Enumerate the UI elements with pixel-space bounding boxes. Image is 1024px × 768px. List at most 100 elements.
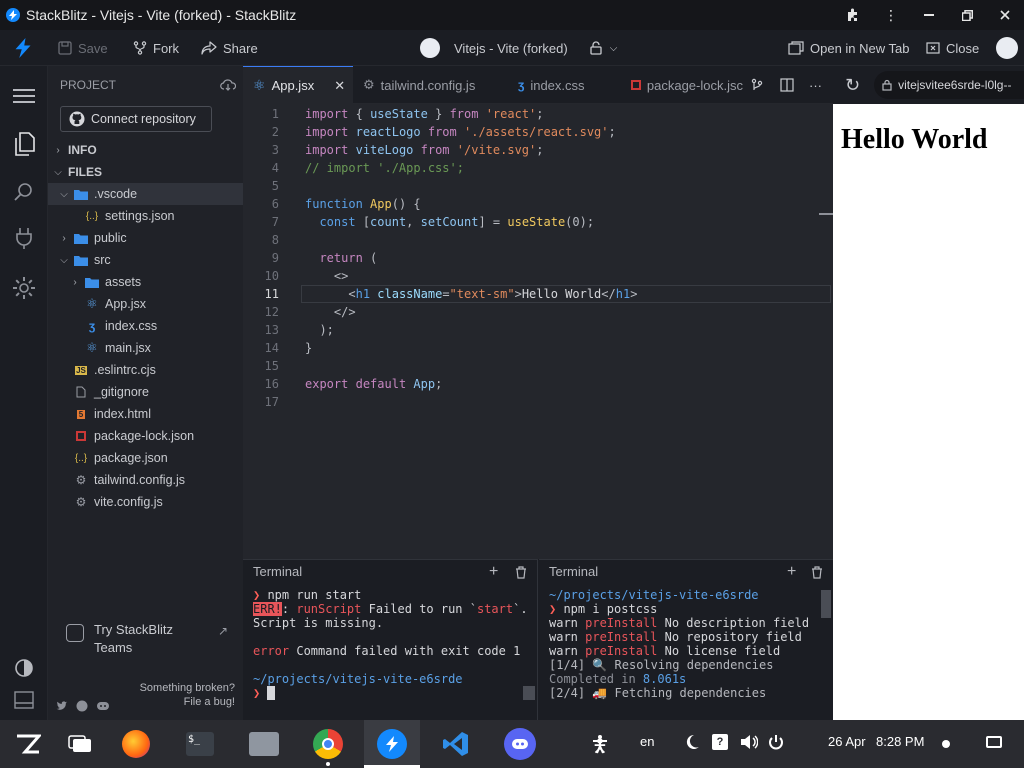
add-terminal-icon[interactable]: + (489, 563, 498, 581)
keyboard-language[interactable]: en (640, 734, 654, 749)
code-line[interactable]: 16 export default App; (243, 375, 833, 393)
code-line[interactable]: 12 </> (243, 303, 833, 321)
preview-url-field[interactable]: vitejsvitee6srde-l0lg-- (874, 71, 1024, 99)
user-avatar[interactable] (996, 30, 1018, 66)
code-line[interactable]: 4 // import './App.css'; (243, 159, 833, 177)
volume-icon[interactable] (740, 734, 758, 750)
info-section-toggle[interactable]: › INFO (48, 139, 243, 161)
code-line[interactable]: 7 const [count, setCount] = useState(0); (243, 213, 833, 231)
close-window-button[interactable] (986, 10, 1024, 20)
tree-file-main-jsx[interactable]: ⚛ main.jsx (48, 337, 243, 359)
tree-file-index-css[interactable]: ʒ index.css (48, 315, 243, 337)
code-line[interactable]: 2 import reactLogo from './assets/react.s… (243, 123, 833, 141)
overview-icon[interactable] (64, 728, 96, 760)
tab-package-lock[interactable]: package-lock.jsc (631, 66, 743, 104)
tree-file-app-jsx[interactable]: ⚛ App.jsx (48, 293, 243, 315)
share-button[interactable]: Share (201, 30, 258, 66)
code-line[interactable]: 3 import viteLogo from '/vite.svg'; (243, 141, 833, 159)
restore-button[interactable] (948, 9, 986, 21)
minimize-button[interactable] (910, 14, 948, 16)
date-label[interactable]: 26 Apr (828, 734, 866, 749)
discord-small-icon[interactable] (96, 700, 110, 712)
cloud-download-icon[interactable] (220, 79, 236, 91)
theme-toggle-icon[interactable] (12, 656, 36, 680)
tree-file-index-html[interactable]: 5 index.html (48, 403, 243, 425)
tree-file-package-lock-json[interactable]: package-lock.json (48, 425, 243, 447)
code-line[interactable]: 11 <h1 className="text-sm">Hello World</… (243, 285, 833, 303)
split-editor-icon[interactable] (780, 66, 794, 104)
tree-folder-assets[interactable]: › assets (48, 271, 243, 293)
time-label[interactable]: 8:28 PM (876, 734, 924, 749)
tree-file-eslintrc-cjs[interactable]: JS .eslintrc.cjs (48, 359, 243, 381)
vscode-icon[interactable] (440, 728, 472, 760)
preview-pane[interactable]: Hello World (833, 104, 1024, 720)
close-tab-icon[interactable]: ✕ (334, 78, 345, 94)
reload-icon[interactable]: ↻ (845, 75, 860, 96)
try-teams-card[interactable]: Try StackBlitz Teams ↗ (58, 616, 234, 664)
search-icon[interactable] (12, 180, 36, 204)
tree-file-package-json[interactable]: {..} package.json (48, 447, 243, 469)
chevron-down-icon[interactable]: ⌵ (610, 43, 618, 54)
code-line[interactable]: 1 import { useState } from 'react'; (243, 105, 833, 123)
terminal-left[interactable]: Terminal + ❯ npm run start ERR!: runScri… (243, 559, 538, 720)
code-line[interactable]: 9 return ( (243, 249, 833, 267)
notification-dot[interactable] (942, 740, 950, 748)
connect-repository-button[interactable]: Connect repository (60, 106, 212, 132)
save-button[interactable]: Save (58, 30, 108, 66)
code-line[interactable]: 8 (243, 231, 833, 249)
code-line[interactable]: 13 ); (243, 321, 833, 339)
file-bug-link[interactable]: File a bug! (184, 696, 235, 708)
code-line[interactable]: 10 <> (243, 267, 833, 285)
help-icon[interactable]: ? (712, 734, 728, 750)
trash-icon[interactable] (811, 566, 823, 579)
tree-file-vite-config-js[interactable]: ⚙ vite.config.js (48, 491, 243, 513)
twitter-icon[interactable] (56, 700, 68, 712)
tree-file-gitignore[interactable]: _gitignore (48, 381, 243, 403)
fork-button[interactable]: Fork (133, 30, 179, 66)
discord-icon[interactable] (504, 728, 536, 760)
stackblitz-home-icon[interactable] (14, 30, 32, 66)
code-line[interactable]: 6 function App() { (243, 195, 833, 213)
project-title-area[interactable]: Vitejs - Vite (forked) ⌵ (420, 30, 617, 66)
files-icon[interactable] (12, 132, 36, 156)
firefox-icon[interactable] (120, 728, 152, 760)
tree-file-settings-json[interactable]: {..} settings.json (48, 205, 243, 227)
stackblitz-app-icon[interactable] (376, 728, 408, 760)
tree-folder-public[interactable]: › public (48, 227, 243, 249)
trash-icon[interactable] (515, 566, 527, 579)
tree-folder-src[interactable]: ⌵ src (48, 249, 243, 271)
github-small-icon[interactable] (76, 700, 88, 712)
tree-folder-vscode[interactable]: ⌵ .vscode (48, 183, 243, 205)
code-line[interactable]: 17 (243, 393, 833, 411)
tab-index-css[interactable]: ʒ index.css (518, 66, 585, 104)
power-icon[interactable] (768, 734, 784, 750)
tree-file-tailwind-config-js[interactable]: ⚙ tailwind.config.js (48, 469, 243, 491)
terminal-scrollbar[interactable] (523, 686, 535, 700)
menu-icon[interactable] (12, 84, 36, 108)
more-actions-icon[interactable]: ··· (809, 66, 822, 104)
more-vert-icon[interactable]: ⋮ (872, 7, 910, 24)
git-branch-icon[interactable] (750, 66, 764, 104)
screen-icon[interactable] (986, 736, 1002, 748)
code-line[interactable]: 5 (243, 177, 833, 195)
terminal-right[interactable]: Terminal + ~/projects/vitejs-vite-e6srde… (539, 559, 833, 720)
launcher-icon[interactable] (12, 728, 44, 760)
extensions-icon[interactable] (834, 8, 872, 22)
code-editor[interactable]: 1 import { useState } from 'react'; 2 impor… (243, 104, 833, 559)
tab-tailwind-config[interactable]: ⚙ tailwind.config.js (363, 66, 475, 104)
code-line[interactable]: 15 (243, 357, 833, 375)
settings-gear-icon[interactable] (12, 276, 36, 300)
plug-icon[interactable] (12, 226, 36, 250)
code-line[interactable]: 14} (243, 339, 833, 357)
close-button[interactable]: Close (926, 30, 979, 66)
terminal-scrollbar[interactable] (821, 590, 831, 618)
files-section-toggle[interactable]: ⌵ FILES (48, 161, 243, 183)
open-new-tab-button[interactable]: Open in New Tab (788, 30, 910, 66)
terminal-prompt[interactable]: ❯ (253, 686, 275, 700)
files-app-icon[interactable] (248, 728, 280, 760)
night-light-icon[interactable] (684, 734, 700, 750)
chrome-icon[interactable] (312, 728, 344, 760)
add-terminal-icon[interactable]: + (787, 563, 796, 581)
lock-icon[interactable] (590, 41, 602, 55)
layout-panel-icon[interactable] (12, 688, 36, 712)
